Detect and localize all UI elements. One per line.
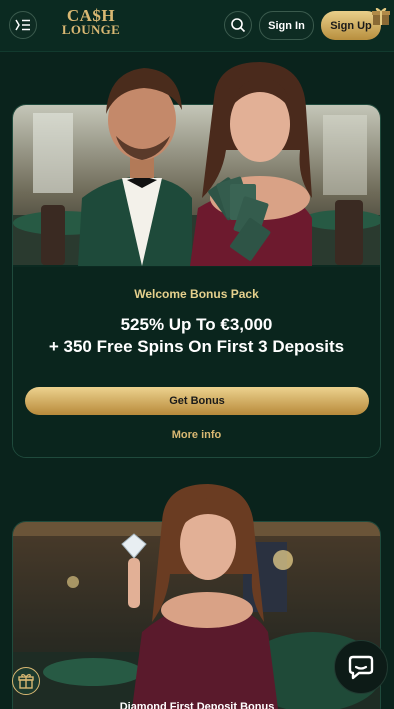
hero-woman-diamond-illustration (121, 484, 278, 709)
menu-button[interactable] (9, 11, 37, 39)
bonus-offer-line-1: 525% Up To €3,000 (120, 315, 273, 334)
logo-line-1: CA$H (66, 6, 116, 25)
top-header: CA$H LOUNGE Sign In Sign Up (0, 0, 394, 52)
hero-couple-illustration (78, 62, 312, 266)
more-info-link[interactable]: More info (13, 429, 380, 441)
logo-line-2: LOUNGE (61, 22, 121, 37)
gift-button[interactable] (12, 667, 40, 695)
search-icon (231, 18, 246, 33)
bonus-offer-line-2: + 350 Free Spins On First 3 Deposits (48, 337, 345, 356)
sign-in-button[interactable]: Sign In (259, 11, 314, 40)
diamond-bonus-title: Diamond First Deposit Bonus (119, 701, 275, 709)
gift-box-icon (372, 7, 390, 25)
cash-lounge-logo[interactable]: CA$H LOUNGE (58, 6, 124, 41)
bonus-title: Welcome Bonus Pack (134, 287, 259, 301)
live-chat-button[interactable] (334, 640, 388, 694)
menu-icon (15, 19, 30, 31)
get-bonus-button[interactable]: Get Bonus (25, 387, 369, 415)
gift-icon (18, 674, 34, 689)
chat-icon (348, 655, 374, 680)
search-button[interactable] (224, 11, 252, 39)
bonus-offer: 525% Up To €3,000 + 350 Free Spins On Fi… (13, 314, 380, 358)
welcome-bonus-details: Welcome Bonus Pack 525% Up To €3,000 + 3… (13, 267, 380, 457)
